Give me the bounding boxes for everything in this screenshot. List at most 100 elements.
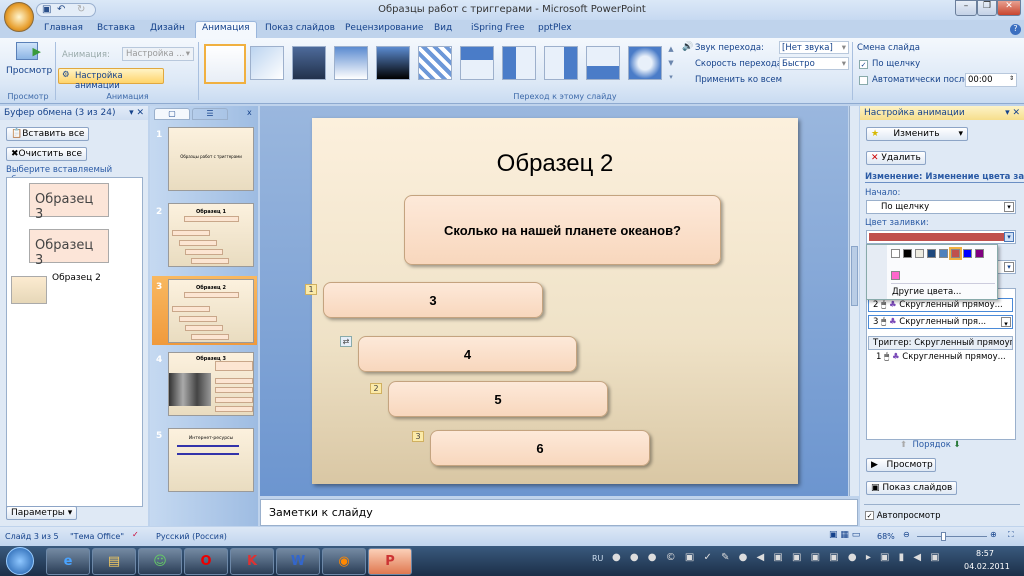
undo-icon[interactable]: ↶ (57, 4, 65, 15)
transition-none[interactable] (204, 44, 246, 84)
close-icon[interactable]: x (247, 108, 252, 117)
opera-icon[interactable]: O (184, 548, 228, 575)
color-swatch[interactable] (949, 247, 962, 260)
word-icon[interactable]: W (276, 548, 320, 575)
tab-design[interactable]: Дизайн (150, 23, 185, 33)
animation-list-item[interactable]: 1 🖱 ♣ Скругленный прямоу... (872, 351, 1017, 365)
play-button[interactable]: ▶ Просмотр (866, 458, 936, 472)
transition-cut[interactable] (334, 46, 368, 80)
help-icon[interactable]: ? (1010, 24, 1021, 35)
slide-title[interactable]: Образец 2 (312, 150, 798, 178)
restore-button[interactable]: ❐ (977, 0, 997, 16)
messenger-icon[interactable]: ☺ (138, 548, 182, 575)
zoom-slider[interactable] (917, 532, 987, 541)
zoom-level[interactable]: 68% (877, 532, 895, 541)
transition-cut-black[interactable] (376, 46, 410, 80)
answer-box[interactable]: 3 (323, 282, 543, 318)
color-swatch[interactable] (975, 249, 984, 258)
speed-select[interactable]: Быстро ▾ (779, 57, 849, 70)
transition-wipe-right[interactable] (544, 46, 578, 80)
vertical-scrollbar[interactable] (849, 106, 859, 496)
animation-order-tag[interactable]: 1 (305, 284, 317, 295)
transition-wipe-down[interactable] (460, 46, 494, 80)
answer-box[interactable]: 4 (358, 336, 577, 372)
tab-slideshow[interactable]: Показ слайдов (265, 23, 335, 33)
language-indicator[interactable]: RU (592, 554, 603, 563)
transition-dissolve[interactable] (418, 46, 452, 80)
sound-select[interactable]: [Нет звука] ▾ (779, 41, 849, 54)
transition-fade-black[interactable] (292, 46, 326, 80)
answer-box[interactable]: 5 (388, 381, 608, 417)
explorer-icon[interactable]: ▤ (92, 548, 136, 575)
clear-all-button[interactable]: ✖Очистить все (6, 147, 88, 161)
clock-date[interactable]: 04.02.2011 (964, 562, 1010, 571)
pane-close-icon[interactable]: ▾ ✕ (129, 108, 144, 118)
slide-thumbnail-5[interactable]: Интернет-ресурсы (168, 428, 254, 492)
trigger-header[interactable]: Триггер: Скругленный прямоугол... (868, 336, 1013, 350)
transition-fade-smooth[interactable] (250, 46, 284, 80)
color-swatch[interactable] (963, 249, 972, 258)
color-swatch[interactable] (891, 271, 900, 280)
slide-thumbnail-3[interactable]: Образец 2 (168, 279, 254, 343)
tray-icons[interactable]: ● ● ● © ▣ ✓ ✎ ● ◀ ▣ ▣ ▣ ▣ ● ▸ ▣ ▮ ◀ ▣ (612, 552, 943, 563)
on-click-checkbox[interactable]: ✓ (859, 60, 868, 69)
auto-after-checkbox[interactable] (859, 76, 868, 85)
slideshow-button[interactable]: ▣ Показ слайдов (866, 481, 958, 495)
redo-icon[interactable]: ↻ (77, 4, 85, 15)
animation-order-tag[interactable]: 3 (412, 431, 424, 442)
move-down-icon[interactable]: ⬇ (954, 440, 961, 450)
tab-home[interactable]: Главная (44, 23, 83, 33)
animation-list-item[interactable]: 2 🖱 ♣ Скругленный прямоу... (868, 298, 1013, 312)
custom-animation-button[interactable]: ⚙ Настройка анимации (58, 68, 164, 91)
options-button[interactable]: Параметры ▾ (6, 506, 78, 520)
clipboard-item[interactable]: Образец 3 (29, 229, 109, 268)
tab-animation[interactable]: Анимация (195, 21, 257, 39)
slide-thumbnail-4[interactable]: Образец 3 (168, 352, 254, 416)
trigger-icon[interactable]: ⇄ (340, 336, 352, 347)
autopreview-checkbox[interactable]: ✓ Автопросмотр (865, 511, 940, 521)
start-button[interactable] (6, 547, 34, 575)
start-select[interactable]: По щелчку ▾ (866, 200, 1016, 214)
transition-wipe-left[interactable] (502, 46, 536, 80)
preview-button[interactable]: ▶ Просмотр (6, 40, 52, 88)
clipboard-slide-thumb[interactable] (11, 276, 47, 304)
color-swatch[interactable] (915, 249, 924, 258)
tab-ispring[interactable]: iSpring Free (471, 23, 525, 33)
pane-close-icon[interactable]: ▾ ✕ (1005, 108, 1020, 118)
ie-icon[interactable]: e (46, 548, 90, 575)
firefox-icon[interactable]: ◉ (322, 548, 366, 575)
apply-all-button[interactable]: Применить ко всем (683, 75, 782, 85)
zoom-out-icon[interactable]: ⊖ (903, 530, 910, 539)
slide-thumbnail-2[interactable]: Образец 1 (168, 203, 254, 267)
tab-insert[interactable]: Вставка (97, 23, 135, 33)
animation-list-item[interactable]: 3 🖱 ♣ Скругленный пря... ▾ (868, 315, 1013, 329)
animation-order-tag[interactable]: 2 (370, 383, 382, 394)
animation-select[interactable]: Настройка ... ▾ (122, 47, 194, 61)
transition-wipe-up[interactable] (586, 46, 620, 80)
answer-box[interactable]: 6 (430, 430, 650, 466)
move-up-icon[interactable]: ⬆ (900, 440, 907, 450)
close-button[interactable]: ✕ (997, 0, 1021, 16)
change-button[interactable]: ★ Изменить ▾ (866, 127, 968, 141)
paste-all-button[interactable]: 📋Вставить все (6, 127, 90, 141)
question-box[interactable]: Сколько на нашей планете океанов? (404, 195, 721, 265)
color-swatch[interactable] (927, 249, 936, 258)
spellcheck-icon[interactable]: ✓ (132, 530, 139, 539)
app-icon[interactable]: K (230, 548, 274, 575)
fill-color-select[interactable]: ▾ (866, 230, 1016, 244)
tab-slides[interactable]: ▢ (154, 108, 190, 120)
fit-window-icon[interactable]: ⛶ (1008, 530, 1014, 540)
clock-time[interactable]: 8:57 (976, 549, 994, 558)
color-swatch[interactable] (939, 249, 948, 258)
tab-pptplex[interactable]: pptPlex (538, 23, 572, 33)
language[interactable]: Русский (Россия) (156, 532, 227, 541)
clipboard-item[interactable]: Образец 3 (29, 183, 109, 222)
tab-outline[interactable]: ☰ (192, 108, 228, 120)
zoom-in-icon[interactable]: ⊕ (990, 530, 997, 539)
color-swatch[interactable] (903, 249, 912, 258)
powerpoint-icon[interactable]: P (368, 548, 412, 575)
save-icon[interactable]: ▣ (42, 4, 51, 15)
view-buttons[interactable]: ▣ ▦ ▭ (829, 530, 860, 540)
more-colors-item[interactable]: Другие цвета... (892, 287, 961, 297)
auto-time-spinner[interactable]: 00:00 ⇕ (965, 73, 1017, 87)
